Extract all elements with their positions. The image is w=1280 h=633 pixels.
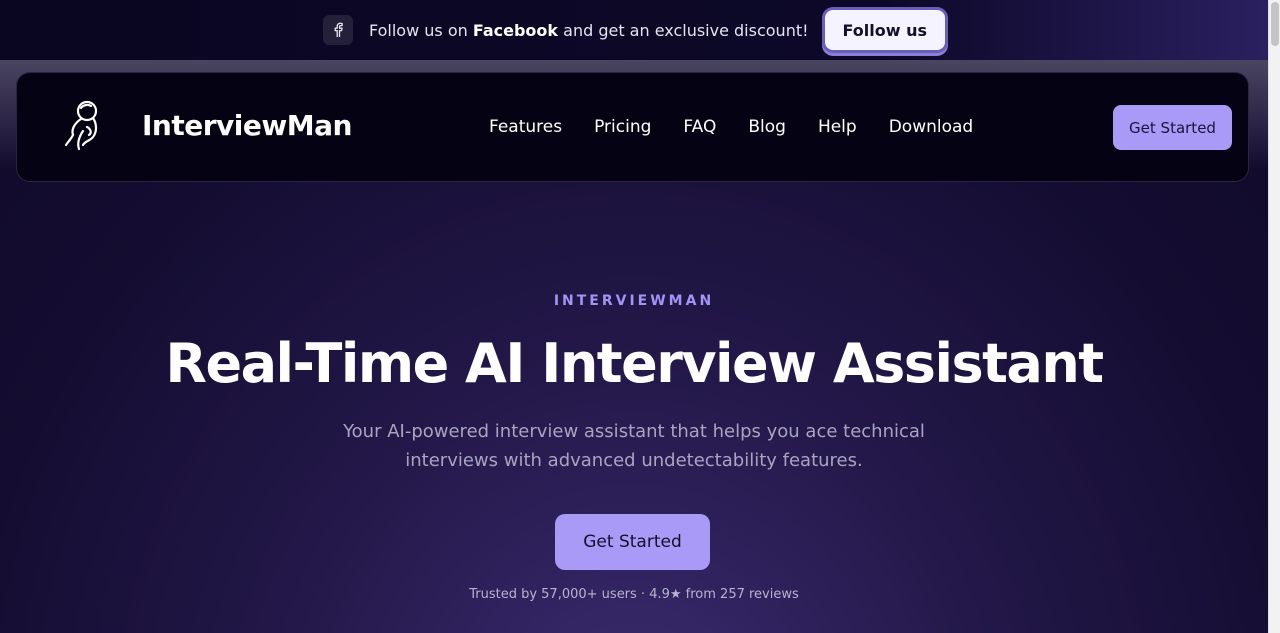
page-main: InterviewMan Features Pricing FAQ Blog H… xyxy=(0,60,1268,633)
hero-eyebrow: INTERVIEWMAN xyxy=(553,293,715,309)
facebook-icon xyxy=(322,15,353,45)
hero-subtitle: Your AI-powered interview assistant that… xyxy=(343,421,925,471)
nav-get-started-button[interactable]: Get Started xyxy=(1113,105,1232,150)
promo-content: Follow us on Facebook and get an exclusi… xyxy=(322,10,946,50)
nav-link-faq[interactable]: FAQ xyxy=(683,117,716,137)
nav-links: Features Pricing FAQ Blog Help Download xyxy=(489,73,1005,181)
nav-link-blog[interactable]: Blog xyxy=(748,117,786,137)
nav-link-help[interactable]: Help xyxy=(818,117,857,137)
nav-link-download[interactable]: Download xyxy=(889,117,974,137)
trust-text: Trusted by 57,000+ users · 4.9★ from 257… xyxy=(469,587,799,602)
hero-get-started-button[interactable]: Get Started xyxy=(555,514,710,570)
brand-name[interactable]: InterviewMan xyxy=(142,109,352,142)
scrollbar-thumb[interactable] xyxy=(1271,2,1279,46)
promo-text-after: and get an exclusive discount! xyxy=(558,20,809,40)
navbar: InterviewMan Features Pricing FAQ Blog H… xyxy=(16,72,1249,182)
promo-banner: Follow us on Facebook and get an exclusi… xyxy=(0,0,1268,60)
astronaut-icon[interactable] xyxy=(61,99,105,155)
promo-text-before: Follow us on xyxy=(368,20,473,40)
nav-link-features[interactable]: Features xyxy=(489,117,562,137)
hero-title: Real-Time AI Interview Assistant xyxy=(165,332,1104,395)
promo-text-facebook: Facebook xyxy=(472,20,559,40)
follow-us-button[interactable]: Follow us xyxy=(824,10,946,50)
scrollbar[interactable] xyxy=(1268,0,1280,633)
promo-text: Follow us on Facebook and get an exclusi… xyxy=(369,21,809,40)
nav-link-pricing[interactable]: Pricing xyxy=(594,117,651,137)
